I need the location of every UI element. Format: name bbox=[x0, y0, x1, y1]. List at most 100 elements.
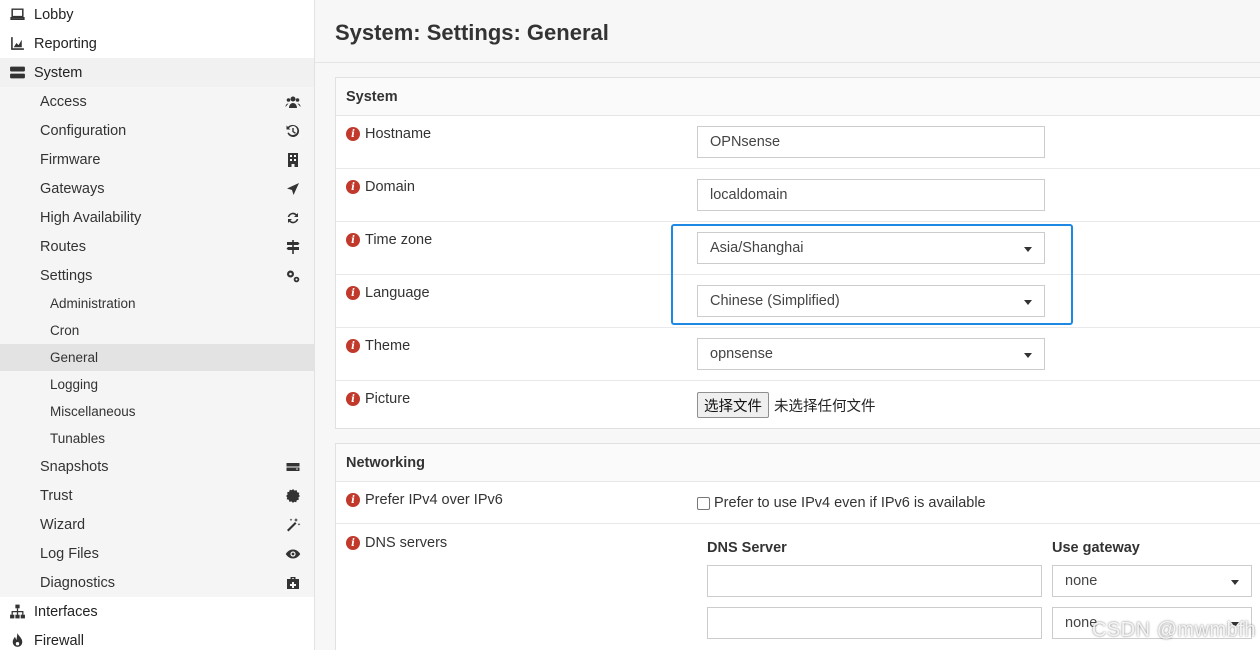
dns-server-input[interactable] bbox=[707, 607, 1042, 639]
sidebar-item-trust[interactable]: Trust bbox=[0, 481, 314, 510]
choose-file-button[interactable]: 选择文件 bbox=[697, 392, 769, 418]
timezone-label-wrap: i Time zone bbox=[346, 232, 432, 248]
sidebar-leaf-general[interactable]: General bbox=[0, 344, 314, 371]
domain-input[interactable]: localdomain bbox=[697, 179, 1045, 211]
sidebar-item-settings[interactable]: Settings bbox=[0, 261, 314, 290]
theme-select[interactable]: opnsense bbox=[697, 338, 1045, 370]
language-select[interactable]: Chinese (Simplified) bbox=[697, 285, 1045, 317]
nav-reporting-label: Reporting bbox=[34, 35, 97, 52]
sidebar-item-label: Settings bbox=[40, 267, 93, 284]
sidebar-item-label: Access bbox=[40, 93, 87, 110]
theme-label: Theme bbox=[365, 338, 411, 354]
sidebar-item-label: Snapshots bbox=[40, 458, 109, 475]
fire-icon bbox=[8, 632, 26, 650]
hdd-icon bbox=[284, 458, 302, 476]
sidebar-item-configuration[interactable]: Configuration bbox=[0, 116, 314, 145]
timezone-select[interactable]: Asia/Shanghai bbox=[697, 232, 1045, 264]
sidebar-item-label: Configuration bbox=[40, 122, 127, 139]
nav-reporting[interactable]: Reporting bbox=[0, 29, 314, 58]
sidebar-item-routes[interactable]: Routes bbox=[0, 232, 314, 261]
prefer-ipv4-checkbox-label: Prefer to use IPv4 even if IPv6 is avail… bbox=[714, 495, 986, 511]
use-gateway-column-header: Use gateway bbox=[1052, 540, 1140, 556]
hostname-row: i Hostname OPNsense bbox=[336, 116, 1260, 169]
hostname-label: Hostname bbox=[365, 126, 432, 142]
nav-interfaces-label: Interfaces bbox=[34, 603, 98, 620]
main-content: System: Settings: General System i Hostn… bbox=[315, 0, 1260, 650]
prefer-ipv4-checkbox[interactable] bbox=[697, 496, 710, 510]
medkit-icon bbox=[284, 574, 302, 592]
info-icon[interactable]: i bbox=[346, 392, 360, 406]
picture-label: Picture bbox=[365, 391, 411, 407]
language-label-wrap: i Language bbox=[346, 285, 430, 301]
language-label: Language bbox=[365, 285, 430, 301]
sidebar-item-wizard[interactable]: Wizard bbox=[0, 510, 314, 539]
hostname-label-wrap: i Hostname bbox=[346, 126, 431, 142]
sidebar-item-label: Firmware bbox=[40, 151, 101, 168]
sidebar-item-log-files[interactable]: Log Files bbox=[0, 539, 314, 568]
domain-label-wrap: i Domain bbox=[346, 179, 415, 195]
info-icon[interactable]: i bbox=[346, 233, 360, 247]
info-icon[interactable]: i bbox=[346, 180, 360, 194]
sidebar-leaf-miscellaneous[interactable]: Miscellaneous bbox=[0, 398, 314, 425]
watermark-text: CSDN @mwmbfh bbox=[1091, 619, 1256, 641]
sidebar-item-label: Gateways bbox=[40, 180, 105, 197]
nav-system-label: System bbox=[34, 64, 83, 81]
sidebar: Lobby Reporting System Access Configurat… bbox=[0, 0, 315, 650]
nav-firewall[interactable]: Firewall bbox=[0, 626, 314, 650]
networking-panel-heading: Networking bbox=[336, 444, 1260, 482]
sidebar-item-high-availability[interactable]: High Availability bbox=[0, 203, 314, 232]
cogs-icon bbox=[284, 267, 302, 285]
sidebar-item-label: Trust bbox=[40, 487, 73, 504]
sidebar-item-access[interactable]: Access bbox=[0, 87, 314, 116]
theme-label-wrap: i Theme bbox=[346, 338, 410, 354]
sidebar-leaf-administration[interactable]: Administration bbox=[0, 290, 314, 317]
prefer-ipv4-row: i Prefer IPv4 over IPv6 Prefer to use IP… bbox=[336, 482, 1260, 524]
building-icon bbox=[284, 151, 302, 169]
picture-file-input: 选择文件 未选择任何文件 bbox=[697, 392, 876, 418]
sidebar-leaf-tunables[interactable]: Tunables bbox=[0, 425, 314, 452]
history-icon bbox=[284, 122, 302, 140]
info-icon[interactable]: i bbox=[346, 286, 360, 300]
laptop-icon bbox=[8, 6, 26, 24]
info-icon[interactable]: i bbox=[346, 339, 360, 353]
file-status-text: 未选择任何文件 bbox=[774, 398, 876, 415]
system-panel-heading: System bbox=[336, 78, 1260, 116]
server-icon bbox=[8, 64, 26, 82]
dns-servers-label: DNS servers bbox=[365, 535, 448, 551]
use-gateway-select[interactable]: none bbox=[1052, 565, 1252, 597]
sidebar-item-gateways[interactable]: Gateways bbox=[0, 174, 314, 203]
dns-server-input[interactable] bbox=[707, 565, 1042, 597]
domain-row: i Domain localdomain bbox=[336, 169, 1260, 222]
info-icon[interactable]: i bbox=[346, 536, 360, 550]
certificate-icon bbox=[284, 487, 302, 505]
location-arrow-icon bbox=[284, 180, 302, 198]
sidebar-item-diagnostics[interactable]: Diagnostics bbox=[0, 568, 314, 597]
sidebar-item-label: Wizard bbox=[40, 516, 86, 533]
area-chart-icon bbox=[8, 35, 26, 53]
nav-firewall-label: Firewall bbox=[34, 632, 84, 649]
nav-lobby[interactable]: Lobby bbox=[0, 0, 314, 29]
hostname-input[interactable]: OPNsense bbox=[697, 126, 1045, 158]
timezone-label: Time zone bbox=[365, 232, 433, 248]
language-row: i Language Chinese (Simplified) bbox=[336, 275, 1260, 328]
nav-interfaces[interactable]: Interfaces bbox=[0, 597, 314, 626]
sidebar-item-snapshots[interactable]: Snapshots bbox=[0, 452, 314, 481]
sidebar-item-label: Diagnostics bbox=[40, 574, 115, 591]
info-icon[interactable]: i bbox=[346, 493, 360, 507]
signpost-icon bbox=[284, 238, 302, 256]
picture-row: i Picture 选择文件 未选择任何文件 bbox=[336, 381, 1260, 428]
refresh-icon bbox=[284, 209, 302, 227]
info-icon[interactable]: i bbox=[346, 127, 360, 141]
nav-system[interactable]: System bbox=[0, 58, 314, 87]
sidebar-item-firmware[interactable]: Firmware bbox=[0, 145, 314, 174]
nav-lobby-label: Lobby bbox=[34, 6, 74, 23]
prefer-ipv4-label: Prefer IPv4 over IPv6 bbox=[365, 492, 503, 508]
sidebar-leaf-logging[interactable]: Logging bbox=[0, 371, 314, 398]
picture-label-wrap: i Picture bbox=[346, 391, 410, 407]
system-submenu: Access Configuration Firmware Gateways H… bbox=[0, 87, 314, 597]
sidebar-leaf-cron[interactable]: Cron bbox=[0, 317, 314, 344]
sidebar-item-label: High Availability bbox=[40, 209, 142, 226]
page-title: System: Settings: General bbox=[335, 20, 609, 45]
prefer-ipv4-checkbox-wrap[interactable]: Prefer to use IPv4 even if IPv6 is avail… bbox=[697, 495, 986, 511]
sitemap-icon bbox=[8, 603, 26, 621]
